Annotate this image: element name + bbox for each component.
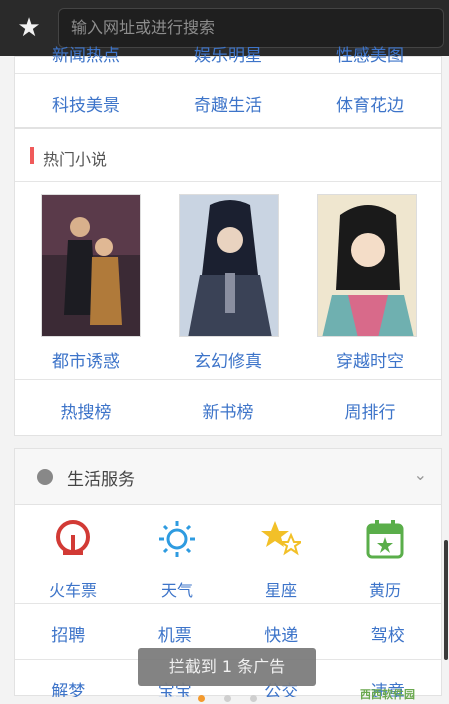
service-train[interactable]: 火车票 [23,519,123,601]
page-dot[interactable] [250,695,257,702]
ad-block-toast: 拦截到 1 条广告 [138,648,316,686]
tab-weekly[interactable]: 周排行 [299,398,441,423]
page-dot-active[interactable] [198,695,205,702]
link-flights[interactable]: 机票 [122,621,229,646]
section-marker [30,147,34,164]
watermark-logo: 西西软件园 [360,688,415,701]
star-icon[interactable]: ★ [14,13,44,43]
link-sports[interactable]: 体育花边 [299,91,441,116]
link-partial-2[interactable]: 娱乐明星 [157,41,299,65]
book-cover-urban[interactable] [41,194,141,337]
book-title-urban[interactable]: 都市诱惑 [15,347,157,372]
link-fun[interactable]: 奇趣生活 [157,91,299,116]
book-title-timetravel[interactable]: 穿越时空 [299,347,441,372]
novels-card: 热门小说 都市诱惑 玄幻修真 穿越时空 热搜榜 新书榜 周排行 [14,128,442,436]
page-dot[interactable] [224,695,231,702]
sun-icon [159,521,195,557]
train-icon [56,520,90,555]
service-almanac[interactable]: 黄历 [335,519,435,601]
stars-icon [261,521,305,556]
link-partial-1[interactable]: 新闻热点 [15,41,157,65]
link-tech[interactable]: 科技美景 [15,91,157,116]
chevron-down-icon[interactable]: ⌄ [414,465,427,484]
link-partial-3[interactable]: 性感美图 [299,41,441,65]
life-title: 生活服务 [67,470,135,490]
globe-icon [37,469,53,485]
service-label: 火车票 [48,581,97,600]
book-cover-fantasy[interactable] [179,194,279,337]
news-card: 新闻热点 娱乐明星 性感美图 科技美景 奇趣生活 体育花边 [14,46,442,128]
tab-hot-search[interactable]: 热搜榜 [15,398,157,423]
link-express[interactable]: 快递 [228,621,335,646]
scrollbar[interactable] [444,540,448,660]
book-title-fantasy[interactable]: 玄幻修真 [157,347,299,372]
calendar-icon [366,520,404,559]
service-label: 天气 [160,581,193,600]
link-driving-school[interactable]: 驾校 [335,621,442,646]
service-label: 星座 [264,581,297,600]
life-header[interactable]: 生活服务 ⌄ [15,449,441,505]
service-horoscope[interactable]: 星座 [231,519,331,601]
link-jobs[interactable]: 招聘 [15,621,122,646]
book-cover-timetravel[interactable] [317,194,417,337]
service-weather[interactable]: 天气 [127,519,227,601]
tab-new-books[interactable]: 新书榜 [157,398,299,423]
novels-title: 热门小说 [43,150,108,169]
service-label: 黄历 [368,581,401,600]
